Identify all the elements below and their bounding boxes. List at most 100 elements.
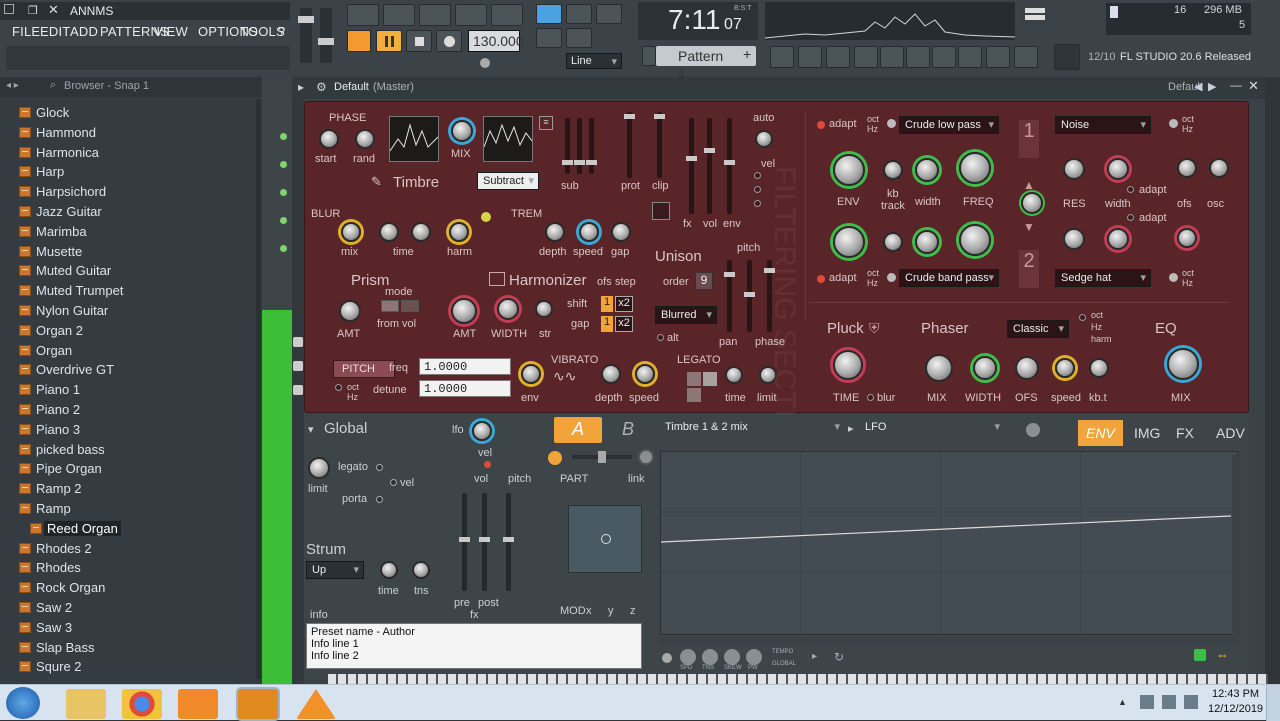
unison-mode-dropdown[interactable]: Blurred [655, 306, 717, 324]
list-icon[interactable] [293, 361, 303, 371]
play-button[interactable] [376, 30, 402, 52]
preset-next-icon[interactable]: ▶ [1208, 80, 1216, 93]
browser-item[interactable]: Harpsichord [12, 182, 252, 202]
env-pw-knob[interactable] [746, 649, 762, 665]
phaser-mode-dropdown[interactable]: Classic [1007, 320, 1069, 338]
typing-keyboard-button[interactable] [536, 4, 562, 24]
snap-icon[interactable] [536, 28, 562, 48]
legato-mode-3[interactable] [687, 388, 701, 402]
record-button[interactable] [436, 30, 462, 52]
pat-song-toggle[interactable] [347, 30, 371, 52]
noise-oct-toggle[interactable] [1169, 119, 1178, 128]
browser-item[interactable]: Overdrive GT [12, 360, 252, 380]
osc-knob[interactable] [1209, 158, 1229, 178]
sub-slider[interactable] [562, 118, 573, 174]
legato-global-toggle[interactable] [376, 464, 383, 471]
browser-item[interactable]: Ramp 2 [12, 479, 252, 499]
filter-up-icon[interactable]: ▲ [1023, 178, 1035, 192]
part-balance-slider[interactable] [572, 451, 632, 463]
menu-view[interactable]: VIEW [154, 24, 188, 39]
browser-item[interactable]: Pipe Organ [12, 459, 252, 479]
trem-speed-knob[interactable] [579, 222, 599, 242]
pitch-env-knob[interactable] [521, 364, 541, 384]
env-knob[interactable] [1026, 423, 1040, 437]
playlist-icon[interactable] [770, 46, 794, 68]
strum-time-knob[interactable] [380, 561, 398, 579]
env-skew-knob[interactable] [724, 649, 740, 665]
phase-rand-knob[interactable] [355, 129, 375, 149]
vel-curve-2[interactable] [754, 186, 761, 193]
env-target-dropdown[interactable]: Timbre 1 & 2 mix [660, 419, 844, 437]
blur-time-knob-2[interactable] [411, 222, 431, 242]
legato-time-knob[interactable] [725, 366, 743, 384]
env-tempo-label[interactable]: TEMPO [772, 649, 793, 655]
show-desktop-button[interactable] [1266, 685, 1280, 721]
snap-dropdown[interactable]: Line [566, 53, 622, 69]
timbre-menu-icon[interactable]: ≡ [539, 116, 553, 130]
eq-mix-knob[interactable] [1167, 348, 1199, 380]
harmonizer-width-knob[interactable] [497, 298, 519, 320]
prism-mode-button[interactable] [401, 300, 419, 312]
close-plugin-icon[interactable]: ✕ [1248, 78, 1259, 94]
noise-type-1-dropdown[interactable]: Noise [1055, 116, 1151, 134]
sub-slider-2[interactable] [574, 118, 585, 174]
pitch-freq-value[interactable]: 1.0000 [419, 358, 511, 375]
trem-depth-knob[interactable] [545, 222, 565, 242]
xy-pad[interactable] [568, 505, 642, 573]
browser-item[interactable]: Glock [12, 103, 252, 123]
network-icon[interactable] [932, 46, 956, 68]
filter-oct-toggle[interactable] [887, 119, 896, 128]
filter-2-oct-toggle[interactable] [887, 273, 896, 282]
env-play-icon[interactable]: ▸ [812, 651, 817, 662]
post-fx-slider[interactable] [479, 493, 490, 591]
menu-add[interactable]: ADD [70, 24, 98, 39]
start-button[interactable] [6, 687, 40, 719]
filter-1-number[interactable]: 1 [1019, 120, 1039, 158]
fx-slider[interactable] [686, 118, 697, 214]
harmonizer-str-knob[interactable] [535, 300, 553, 318]
menu-edit[interactable]: EDIT [40, 24, 70, 39]
tempo-display[interactable]: 130.000 [468, 30, 524, 52]
envelope-hscrollbar[interactable] [660, 637, 1238, 645]
link-icon[interactable] [566, 28, 592, 48]
phaser-mix-knob[interactable] [925, 354, 953, 382]
clip-slider[interactable] [654, 112, 665, 178]
browser-item[interactable]: Saw 2 [12, 598, 252, 618]
memory-icon[interactable] [1022, 4, 1048, 24]
browser-item[interactable]: Piano 1 [12, 380, 252, 400]
unison-order-value[interactable]: 9 [695, 272, 713, 290]
phaser-width-knob[interactable] [973, 356, 997, 380]
filter-freq-knob[interactable] [959, 152, 991, 184]
chrome-icon[interactable] [122, 689, 162, 719]
close-icon[interactable]: ✕ [48, 2, 59, 18]
browser-title[interactable]: Browser - Snap 1 [64, 80, 149, 92]
res-knob-2[interactable] [1063, 228, 1085, 250]
clip-curve-icon[interactable] [652, 202, 670, 220]
link-knob[interactable] [638, 449, 654, 465]
clock-date[interactable]: 12/12/2019 [1208, 703, 1263, 715]
channel-led[interactable] [280, 245, 287, 252]
browser-item[interactable]: Piano 2 [12, 400, 252, 420]
blend-button[interactable] [596, 4, 622, 24]
xy-pad-cursor[interactable] [601, 534, 611, 544]
browser-item[interactable]: Harp [12, 162, 252, 182]
auto-knob[interactable] [755, 130, 773, 148]
env-tab-adv[interactable]: ADV [1208, 420, 1253, 446]
prism-amt-knob[interactable] [339, 300, 361, 322]
download-icon[interactable] [1054, 44, 1080, 70]
adapt-led-2[interactable] [817, 275, 825, 283]
plugin-arrow-icon[interactable]: ▸ [298, 80, 304, 94]
browser-item[interactable]: Slap Bass [12, 638, 252, 658]
headphones-icon[interactable] [1194, 649, 1206, 661]
vel-curve-3[interactable] [754, 200, 761, 207]
stop-button[interactable] [406, 30, 432, 52]
channel-led[interactable] [280, 133, 287, 140]
vibrato-speed-knob[interactable] [635, 364, 655, 384]
filter-freq-2-knob[interactable] [959, 224, 991, 256]
browser-item[interactable]: Jazz Guitar [12, 202, 252, 222]
vlc-icon[interactable] [296, 689, 336, 719]
env-slider[interactable] [724, 118, 735, 214]
pluck-shield-icon[interactable]: ⛨ [869, 320, 880, 337]
res-width-knob-2[interactable] [1107, 228, 1129, 250]
pluck-blur-toggle[interactable] [867, 394, 874, 401]
